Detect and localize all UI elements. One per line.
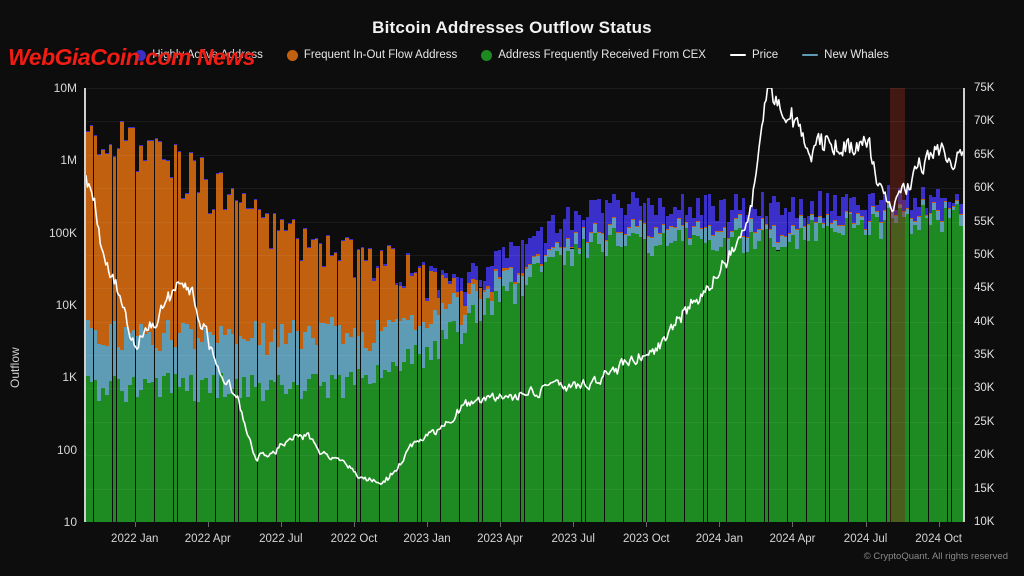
x-axis-tickmark — [938, 522, 940, 527]
x-axis-tick: 2023 Oct — [622, 533, 670, 545]
x-axis-tickmark — [646, 522, 648, 527]
y-axis-tick-left: 10 — [63, 515, 77, 529]
y-axis-tick-left: 1M — [60, 153, 77, 168]
y-axis-tick-right: 35K — [974, 349, 995, 362]
copyright-notice: © CryptoQuant. All rights reserved — [863, 551, 1008, 562]
gridline — [86, 288, 963, 290]
x-axis-tick: 2024 Oct — [915, 533, 962, 545]
x-axis-tick: 2022 Jan — [111, 533, 159, 545]
legend-highly-active-address[interactable]: Highly Active Address — [135, 49, 263, 61]
legend-address-frequently-received-from-cex[interactable]: Address Frequently Received From CEX — [481, 49, 706, 61]
gridline — [86, 188, 963, 190]
gridline — [86, 154, 963, 156]
legend-price[interactable]: Price — [729, 49, 779, 61]
x-axis-tickmark — [573, 522, 575, 527]
y-axis-tick-right: 10K — [974, 516, 995, 528]
gridline — [86, 355, 963, 357]
legend-dot-icon — [481, 49, 493, 61]
legend-label: Price — [751, 49, 779, 61]
gridline — [86, 388, 963, 390]
x-axis-tick: 2024 Jul — [843, 533, 888, 545]
x-axis-tick: 2022 Oct — [330, 533, 378, 545]
gridline — [86, 455, 963, 457]
y-axis-tick-right: 20K — [974, 449, 995, 462]
x-axis-tickmark — [865, 522, 867, 527]
y-axis-tick-right: 75K — [974, 82, 995, 94]
y-axis-tick-right: 45K — [974, 282, 995, 295]
legend-frequent-in-out-flow-address[interactable]: Frequent In-Out Flow Address — [286, 49, 458, 61]
y-axis-tick-right: 50K — [974, 248, 995, 261]
y-axis-tick-right: 30K — [974, 382, 995, 395]
y-axis-tick-right: 60K — [974, 182, 995, 195]
chart-legend: Highly Active Address Frequent In-Out Flo… — [0, 49, 1024, 61]
y-axis-tick-right: 70K — [974, 115, 995, 128]
x-axis-tick: 2022 Apr — [184, 533, 231, 545]
y-axis-right: 10K 15K 20K 25K 30K 35K 40K 45K 50K 55K 60K 65K 70K 7… — [963, 82, 1024, 528]
y-axis-tick-right: 65K — [974, 148, 995, 161]
x-axis-tickmark — [280, 522, 282, 527]
legend-label: Address Frequently Received From CEX — [498, 49, 706, 61]
x-axis-tick: 2024 Apr — [769, 533, 816, 545]
x-axis-tickmark — [500, 522, 502, 527]
x-axis-tickmark — [792, 522, 794, 527]
plot-area — [86, 88, 963, 522]
x-axis-tickmark — [207, 522, 209, 527]
x-axis-tick: 2022 Jul — [259, 533, 303, 545]
gridline — [86, 88, 963, 89]
x-axis-tick: 2024 Jan — [695, 533, 744, 545]
page-title: Bitcoin Addresses Outflow Status — [372, 18, 652, 37]
price-line — [86, 88, 963, 486]
x-axis: 2022 Jan 2022 Apr 2022 Jul 2022 Oct 2023 Jan… — [86, 522, 963, 552]
y-axis-tick-left: 10M — [53, 81, 77, 95]
gridline — [86, 221, 963, 223]
x-axis-tickmark — [427, 522, 429, 527]
legend-line-icon — [729, 53, 746, 57]
gridline — [86, 421, 963, 423]
y-axis-tick-left: 100K — [48, 225, 77, 240]
y-axis-tick-left: 1K — [62, 370, 77, 385]
y-axis-left: Outflow 10 100 1K 10K 100K 1M 10M — [0, 81, 86, 529]
x-axis-tickmark — [353, 522, 355, 527]
y-axis-tick-left: 10K — [55, 298, 77, 312]
x-axis-tickmark — [719, 522, 721, 527]
x-axis-tick: 2023 Jul — [551, 533, 595, 545]
gridline — [86, 121, 963, 123]
gridline — [86, 488, 963, 490]
right-axis-line — [963, 88, 965, 522]
x-axis-tickmark — [134, 522, 136, 527]
legend-dot-icon — [286, 49, 298, 61]
legend-line-icon — [802, 53, 819, 57]
chart-screenshot: Bitcoin Addresses Outflow Status Highly … — [0, 0, 1024, 576]
legend-new-whales[interactable]: New Whales — [802, 49, 889, 61]
y-axis-label: Outflow — [8, 347, 22, 388]
x-axis-tick: 2023 Apr — [477, 533, 524, 545]
legend-label: Highly Active Address — [152, 49, 263, 61]
y-axis-tick-right: 15K — [974, 482, 995, 495]
legend-label: Frequent In-Out Flow Address — [303, 49, 458, 61]
legend-label: New Whales — [824, 49, 889, 61]
y-axis-tick-right: 55K — [974, 215, 995, 228]
price-line-svg — [86, 88, 963, 486]
y-axis-tick-right: 25K — [974, 415, 995, 428]
legend-dot-icon — [135, 49, 147, 61]
x-axis-tick: 2023 Jan — [403, 533, 451, 545]
y-axis-tick-right: 40K — [974, 315, 995, 328]
gridline — [86, 321, 963, 323]
gridline — [86, 254, 963, 256]
y-axis-tick-left: 100 — [56, 442, 77, 457]
